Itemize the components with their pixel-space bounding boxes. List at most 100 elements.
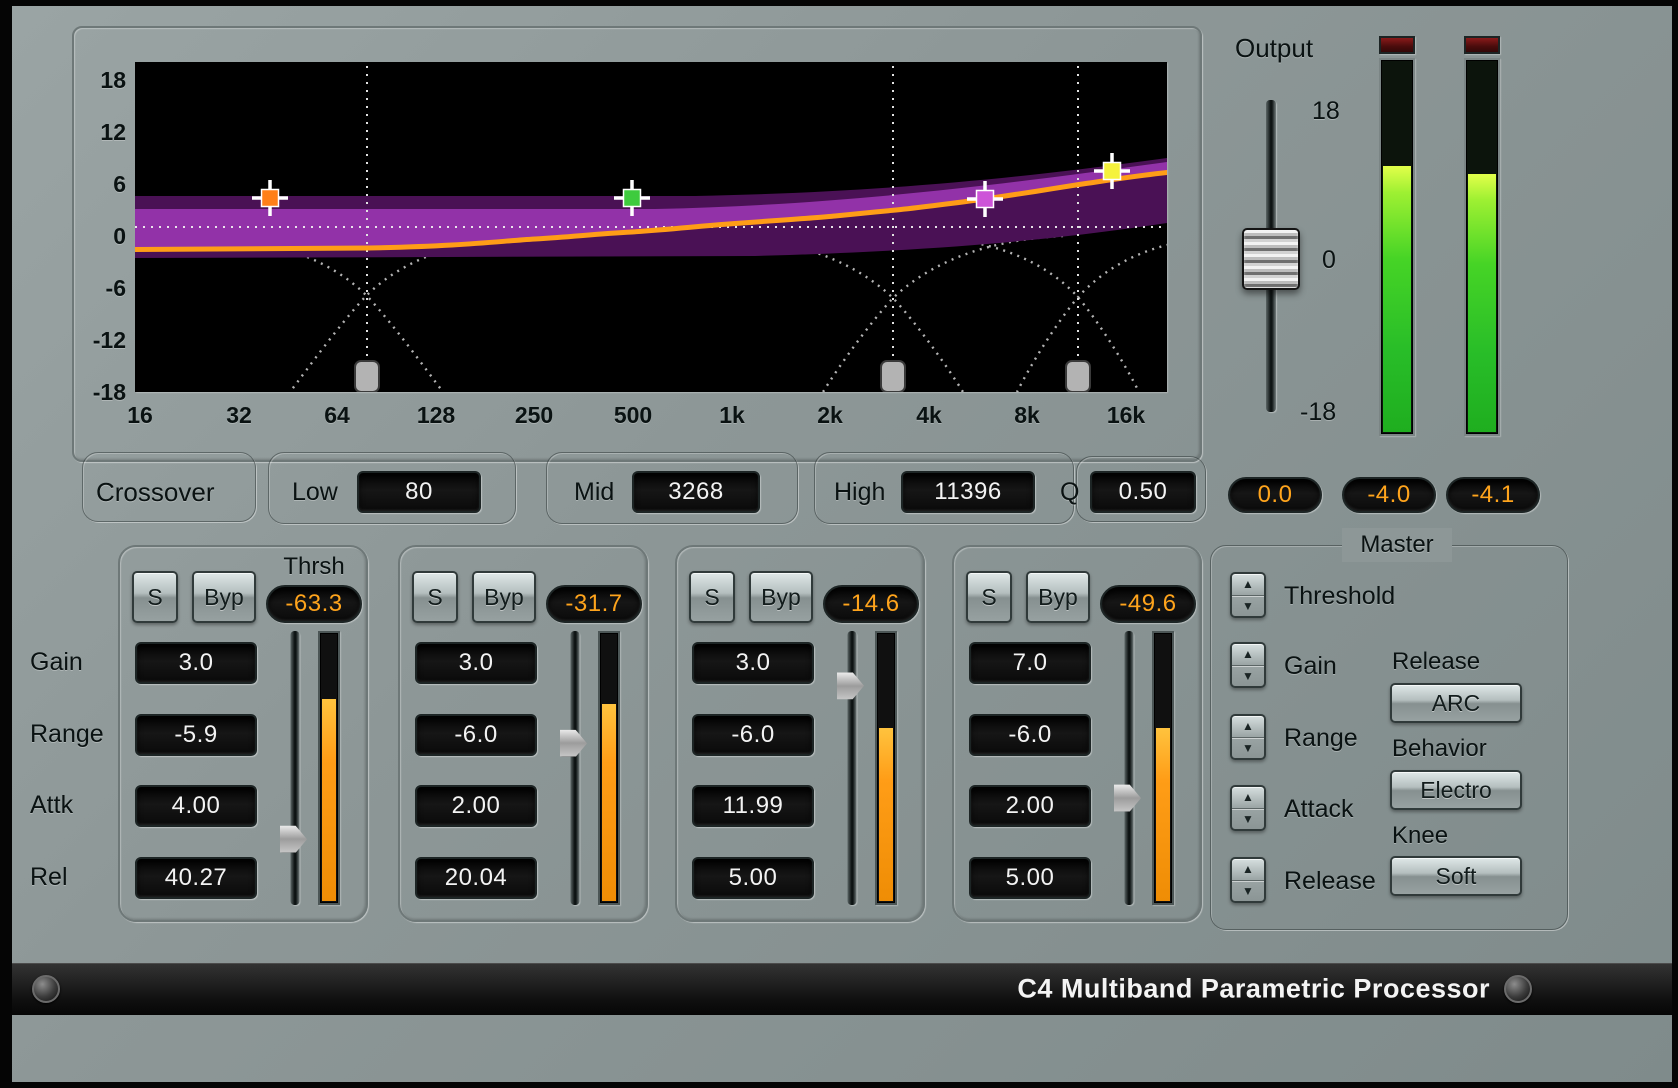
slider-track <box>848 631 857 905</box>
band4-meter-fill <box>1156 728 1170 901</box>
band1-solo-button[interactable]: S <box>132 571 178 623</box>
spinner-up-icon[interactable]: ▲ <box>1232 644 1264 666</box>
band3-attack-value[interactable]: 11.99 <box>692 785 814 827</box>
clip-led-right[interactable] <box>1464 36 1500 54</box>
spinner-down-icon[interactable]: ▼ <box>1232 666 1264 687</box>
spinner-up-icon[interactable]: ▲ <box>1232 787 1264 809</box>
y-axis-tick-label: 0 <box>76 221 126 251</box>
band2-attack-value[interactable]: 2.00 <box>415 785 537 827</box>
slider-handle[interactable] <box>280 826 307 853</box>
crossover-high-value[interactable]: 11396 <box>901 471 1035 513</box>
band3-threshold-value[interactable]: -14.6 <box>823 585 919 623</box>
clip-led-left[interactable] <box>1379 36 1415 54</box>
master-range-label: Range <box>1284 724 1358 753</box>
band1-bypass-button[interactable]: Byp <box>192 571 256 623</box>
plugin-title: C4 Multiband Parametric Processor <box>1017 974 1490 1005</box>
output-meter-left <box>1379 58 1415 436</box>
master-threshold-spinner[interactable]: ▲ ▼ <box>1230 572 1266 618</box>
y-axis-tick-label: -12 <box>76 325 126 355</box>
band2-release-value[interactable]: 20.04 <box>415 857 537 899</box>
behavior-button[interactable]: Electro <box>1390 770 1522 810</box>
crossover-section-label: Crossover <box>96 477 214 508</box>
band2-meter-fill <box>602 704 616 901</box>
output-meter-right <box>1464 58 1500 436</box>
output-meter-right-readout[interactable]: -4.1 <box>1446 477 1540 513</box>
slider-track <box>571 631 580 905</box>
master-attack-spinner[interactable]: ▲ ▼ <box>1230 785 1266 831</box>
knee-label: Knee <box>1392 822 1448 850</box>
band4-gain-value[interactable]: 7.0 <box>969 642 1091 684</box>
wavesystem-button-left[interactable] <box>32 975 60 1003</box>
y-axis-tick-label: -6 <box>76 273 126 303</box>
spinner-up-icon[interactable]: ▲ <box>1232 574 1264 596</box>
x-axis-tick-label: 128 <box>401 400 471 430</box>
band2-gain-value[interactable]: 3.0 <box>415 642 537 684</box>
band2-solo-button[interactable]: S <box>412 571 458 623</box>
band1-threshold-slider[interactable] <box>278 631 312 905</box>
release-mode-button[interactable]: ARC <box>1390 683 1522 723</box>
band1-attack-value[interactable]: 4.00 <box>135 785 257 827</box>
band1-gain-reduction-meter <box>318 631 340 905</box>
output-meter-left-readout[interactable]: -4.0 <box>1342 477 1436 513</box>
output-meter-left-fill <box>1383 166 1411 432</box>
spinner-down-icon[interactable]: ▼ <box>1232 596 1264 617</box>
band3-solo-button[interactable]: S <box>689 571 735 623</box>
band4-solo-button[interactable]: S <box>966 571 1012 623</box>
band1-threshold-value[interactable]: -63.3 <box>266 585 362 623</box>
spinner-down-icon[interactable]: ▼ <box>1232 738 1264 759</box>
band4-release-value[interactable]: 5.00 <box>969 857 1091 899</box>
output-fader-readout[interactable]: 0.0 <box>1228 477 1322 513</box>
title-bar: C4 Multiband Parametric Processor <box>12 963 1672 1015</box>
wavesystem-button-right[interactable] <box>1504 975 1532 1003</box>
band4-attack-value[interactable]: 2.00 <box>969 785 1091 827</box>
master-threshold-label: Threshold <box>1284 582 1395 611</box>
band4-gain-reduction-meter <box>1152 631 1174 905</box>
output-fader-knob[interactable] <box>1242 228 1300 290</box>
spinner-down-icon[interactable]: ▼ <box>1232 881 1264 902</box>
crossover-q-value[interactable]: 0.50 <box>1090 471 1196 513</box>
band3-gain-reduction-meter <box>875 631 897 905</box>
crossover-mid-value[interactable]: 3268 <box>632 471 760 513</box>
band2-bypass-button[interactable]: Byp <box>472 571 536 623</box>
band3-gain-value[interactable]: 3.0 <box>692 642 814 684</box>
spinner-up-icon[interactable]: ▲ <box>1232 716 1264 738</box>
spinner-down-icon[interactable]: ▼ <box>1232 809 1264 830</box>
y-axis-tick-label: 18 <box>76 65 126 95</box>
band1-release-value[interactable]: 40.27 <box>135 857 257 899</box>
fader-scale-top: 18 <box>1312 97 1340 126</box>
knee-button[interactable]: Soft <box>1390 856 1522 896</box>
release-mode-label: Release <box>1392 648 1480 676</box>
band4-range-value[interactable]: -6.0 <box>969 714 1091 756</box>
band3-release-value[interactable]: 5.00 <box>692 857 814 899</box>
band4-threshold-slider[interactable] <box>1112 631 1146 905</box>
crossover-low-value[interactable]: 80 <box>357 471 481 513</box>
master-release-spinner[interactable]: ▲ ▼ <box>1230 857 1266 903</box>
x-axis-tick-label: 4k <box>894 400 964 430</box>
band2-range-value[interactable]: -6.0 <box>415 714 537 756</box>
slider-track <box>291 631 300 905</box>
attack-row-label: Attk <box>30 791 73 820</box>
band1-panel: S Byp Thrsh -63.3 3.0 -5.9 4.00 40.27 <box>118 545 368 922</box>
band3-range-value[interactable]: -6.0 <box>692 714 814 756</box>
master-range-spinner[interactable]: ▲ ▼ <box>1230 714 1266 760</box>
master-attack-label: Attack <box>1284 795 1353 824</box>
master-gain-spinner[interactable]: ▲ ▼ <box>1230 642 1266 688</box>
slider-handle[interactable] <box>837 672 864 699</box>
band4-bypass-button[interactable]: Byp <box>1026 571 1090 623</box>
output-meter-right-fill <box>1468 174 1496 432</box>
slider-handle[interactable] <box>1114 785 1141 812</box>
band1-range-value[interactable]: -5.9 <box>135 714 257 756</box>
band4-threshold-value[interactable]: -49.6 <box>1100 585 1196 623</box>
band2-threshold-slider[interactable] <box>558 631 592 905</box>
x-axis-tick-label: 16 <box>105 400 175 430</box>
band3-bypass-button[interactable]: Byp <box>749 571 813 623</box>
band1-threshold-label: Thrsh <box>266 553 362 581</box>
slider-handle[interactable] <box>560 730 587 757</box>
output-fader[interactable] <box>1242 100 1300 412</box>
y-axis-tick-label: 6 <box>76 169 126 199</box>
band2-threshold-value[interactable]: -31.7 <box>546 585 642 623</box>
gain-row-label: Gain <box>30 648 83 677</box>
band3-threshold-slider[interactable] <box>835 631 869 905</box>
band1-gain-value[interactable]: 3.0 <box>135 642 257 684</box>
spinner-up-icon[interactable]: ▲ <box>1232 859 1264 881</box>
